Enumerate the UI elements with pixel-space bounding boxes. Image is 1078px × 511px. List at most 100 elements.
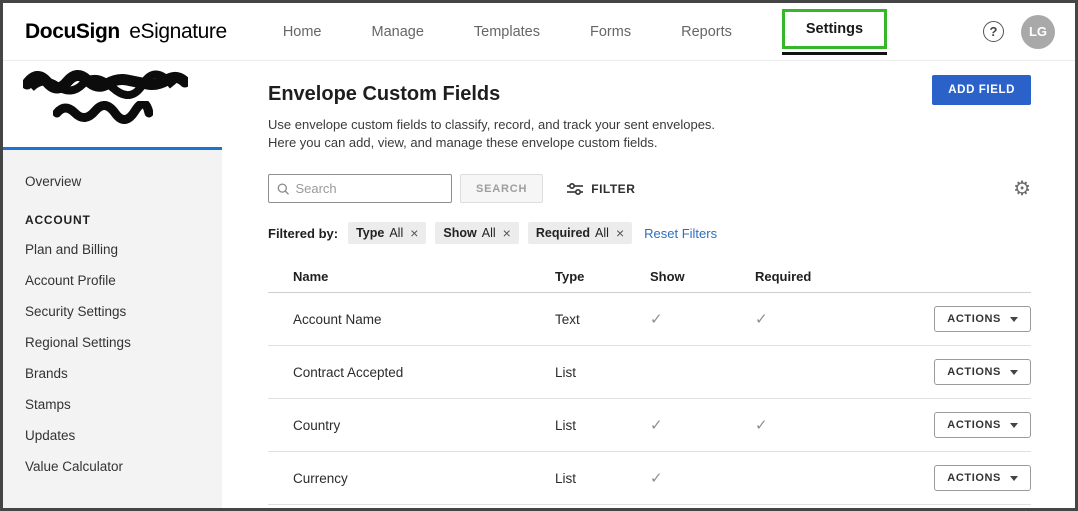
settings-active-underline — [782, 52, 887, 55]
custom-fields-table: Name Type Show Required Account Name Tex… — [268, 260, 1031, 505]
table-row: Currency List ✓ ACTIONS — [268, 452, 1031, 505]
sidebar-item-updates[interactable]: Updates — [3, 420, 222, 451]
main-nav: Home Manage Templates Forms Reports Sett… — [283, 3, 887, 60]
table-row: Account Name Text ✓ ✓ ACTIONS — [268, 293, 1031, 346]
nav-settings[interactable]: Settings — [806, 21, 863, 37]
chip-name: Required — [536, 226, 590, 240]
search-input[interactable] — [295, 181, 443, 196]
add-field-button[interactable]: ADD FIELD — [932, 75, 1031, 105]
top-nav-bar: DocuSign eSignature Home Manage Template… — [3, 3, 1075, 61]
header-right-cluster: ? LG — [983, 15, 1055, 49]
actions-label: ACTIONS — [947, 472, 1001, 484]
field-type: List — [555, 471, 650, 486]
nav-settings-container: Settings — [782, 9, 887, 55]
table-row: Country List ✓ ✓ ACTIONS — [268, 399, 1031, 452]
sidebar-item-security-settings[interactable]: Security Settings — [3, 296, 222, 327]
column-header-required: Required — [755, 269, 919, 284]
sidebar-item-account-profile[interactable]: Account Profile — [3, 265, 222, 296]
settings-highlight-annotation: Settings — [782, 9, 887, 49]
logo-primary-text: DocuSign — [25, 20, 120, 43]
chip-value: All — [482, 226, 496, 240]
search-button[interactable]: SEARCH — [460, 174, 543, 203]
redacted-account-name-scribble — [23, 67, 188, 99]
column-header-type: Type — [555, 269, 650, 284]
nav-templates[interactable]: Templates — [474, 24, 540, 40]
filter-chip-type: Type All × — [348, 222, 426, 244]
reset-filters-link[interactable]: Reset Filters — [644, 226, 717, 241]
chip-name: Type — [356, 226, 384, 240]
actions-label: ACTIONS — [947, 419, 1001, 431]
sidebar-item-plan-and-billing[interactable]: Plan and Billing — [3, 234, 222, 265]
nav-forms[interactable]: Forms — [590, 24, 631, 40]
field-name: Country — [268, 418, 555, 433]
chevron-down-icon — [1010, 423, 1018, 428]
chip-close-icon[interactable]: × — [616, 226, 624, 240]
sidebar-item-stamps[interactable]: Stamps — [3, 389, 222, 420]
filter-chip-required: Required All × — [528, 222, 632, 244]
chip-value: All — [595, 226, 609, 240]
sidebar-account-header — [3, 61, 222, 147]
sidebar-item-regional-settings[interactable]: Regional Settings — [3, 327, 222, 358]
chevron-down-icon — [1010, 476, 1018, 481]
table-header-row: Name Type Show Required — [268, 260, 1031, 293]
sidebar-menu: Overview ACCOUNT Plan and Billing Accoun… — [3, 150, 222, 508]
nav-manage[interactable]: Manage — [372, 24, 424, 40]
page-body: Overview ACCOUNT Plan and Billing Accoun… — [3, 61, 1075, 508]
table-row: Contract Accepted List ACTIONS — [268, 346, 1031, 399]
nav-home[interactable]: Home — [283, 24, 322, 40]
search-icon — [277, 182, 289, 196]
search-box — [268, 174, 452, 203]
filtered-by-row: Filtered by: Type All × Show All × Requi… — [268, 222, 1031, 244]
chip-close-icon[interactable]: × — [503, 226, 511, 240]
description-line-1: Use envelope custom fields to classify, … — [268, 117, 715, 132]
search-toolbar: SEARCH FILTER ⚙ — [268, 174, 1031, 203]
column-header-show: Show — [650, 269, 755, 284]
required-checkmark: ✓ — [755, 310, 919, 328]
redacted-account-subtext-scribble — [53, 101, 153, 125]
filter-toggle[interactable]: FILTER — [567, 182, 635, 196]
chevron-down-icon — [1010, 317, 1018, 322]
column-header-name: Name — [268, 269, 555, 284]
filter-sliders-icon — [567, 182, 583, 196]
docusign-logo: DocuSign eSignature — [25, 20, 227, 44]
actions-button[interactable]: ACTIONS — [934, 412, 1031, 438]
field-name: Contract Accepted — [268, 365, 555, 380]
field-type: List — [555, 418, 650, 433]
chip-value: All — [389, 226, 403, 240]
field-name: Currency — [268, 471, 555, 486]
sidebar-item-brands[interactable]: Brands — [3, 358, 222, 389]
actions-button[interactable]: ACTIONS — [934, 359, 1031, 385]
required-checkmark: ✓ — [755, 416, 919, 434]
actions-label: ACTIONS — [947, 313, 1001, 325]
page-title: Envelope Custom Fields — [268, 83, 500, 106]
filter-chip-show: Show All × — [435, 222, 518, 244]
field-type: Text — [555, 312, 650, 327]
show-checkmark: ✓ — [650, 469, 755, 487]
actions-label: ACTIONS — [947, 366, 1001, 378]
page-description: Use envelope custom fields to classify, … — [268, 116, 1031, 152]
gear-icon[interactable]: ⚙ — [1013, 179, 1031, 199]
show-checkmark: ✓ — [650, 310, 755, 328]
logo-secondary-text: eSignature — [129, 20, 227, 43]
chip-close-icon[interactable]: × — [410, 226, 418, 240]
show-checkmark: ✓ — [650, 416, 755, 434]
main-content: Envelope Custom Fields ADD FIELD Use env… — [222, 61, 1075, 508]
actions-button[interactable]: ACTIONS — [934, 465, 1031, 491]
chevron-down-icon — [1010, 370, 1018, 375]
filter-label: FILTER — [591, 182, 635, 196]
chip-name: Show — [443, 226, 476, 240]
field-type: List — [555, 365, 650, 380]
title-row: Envelope Custom Fields ADD FIELD — [268, 75, 1031, 116]
sidebar: Overview ACCOUNT Plan and Billing Accoun… — [3, 61, 222, 508]
filtered-by-label: Filtered by: — [268, 226, 338, 241]
help-icon[interactable]: ? — [983, 21, 1004, 42]
sidebar-item-value-calculator[interactable]: Value Calculator — [3, 451, 222, 482]
sidebar-section-account: ACCOUNT — [3, 197, 222, 234]
field-name: Account Name — [268, 312, 555, 327]
description-line-2: Here you can add, view, and manage these… — [268, 135, 658, 150]
actions-button[interactable]: ACTIONS — [934, 306, 1031, 332]
avatar[interactable]: LG — [1021, 15, 1055, 49]
nav-reports[interactable]: Reports — [681, 24, 732, 40]
app-window: DocuSign eSignature Home Manage Template… — [0, 0, 1078, 511]
sidebar-item-overview[interactable]: Overview — [3, 166, 222, 197]
